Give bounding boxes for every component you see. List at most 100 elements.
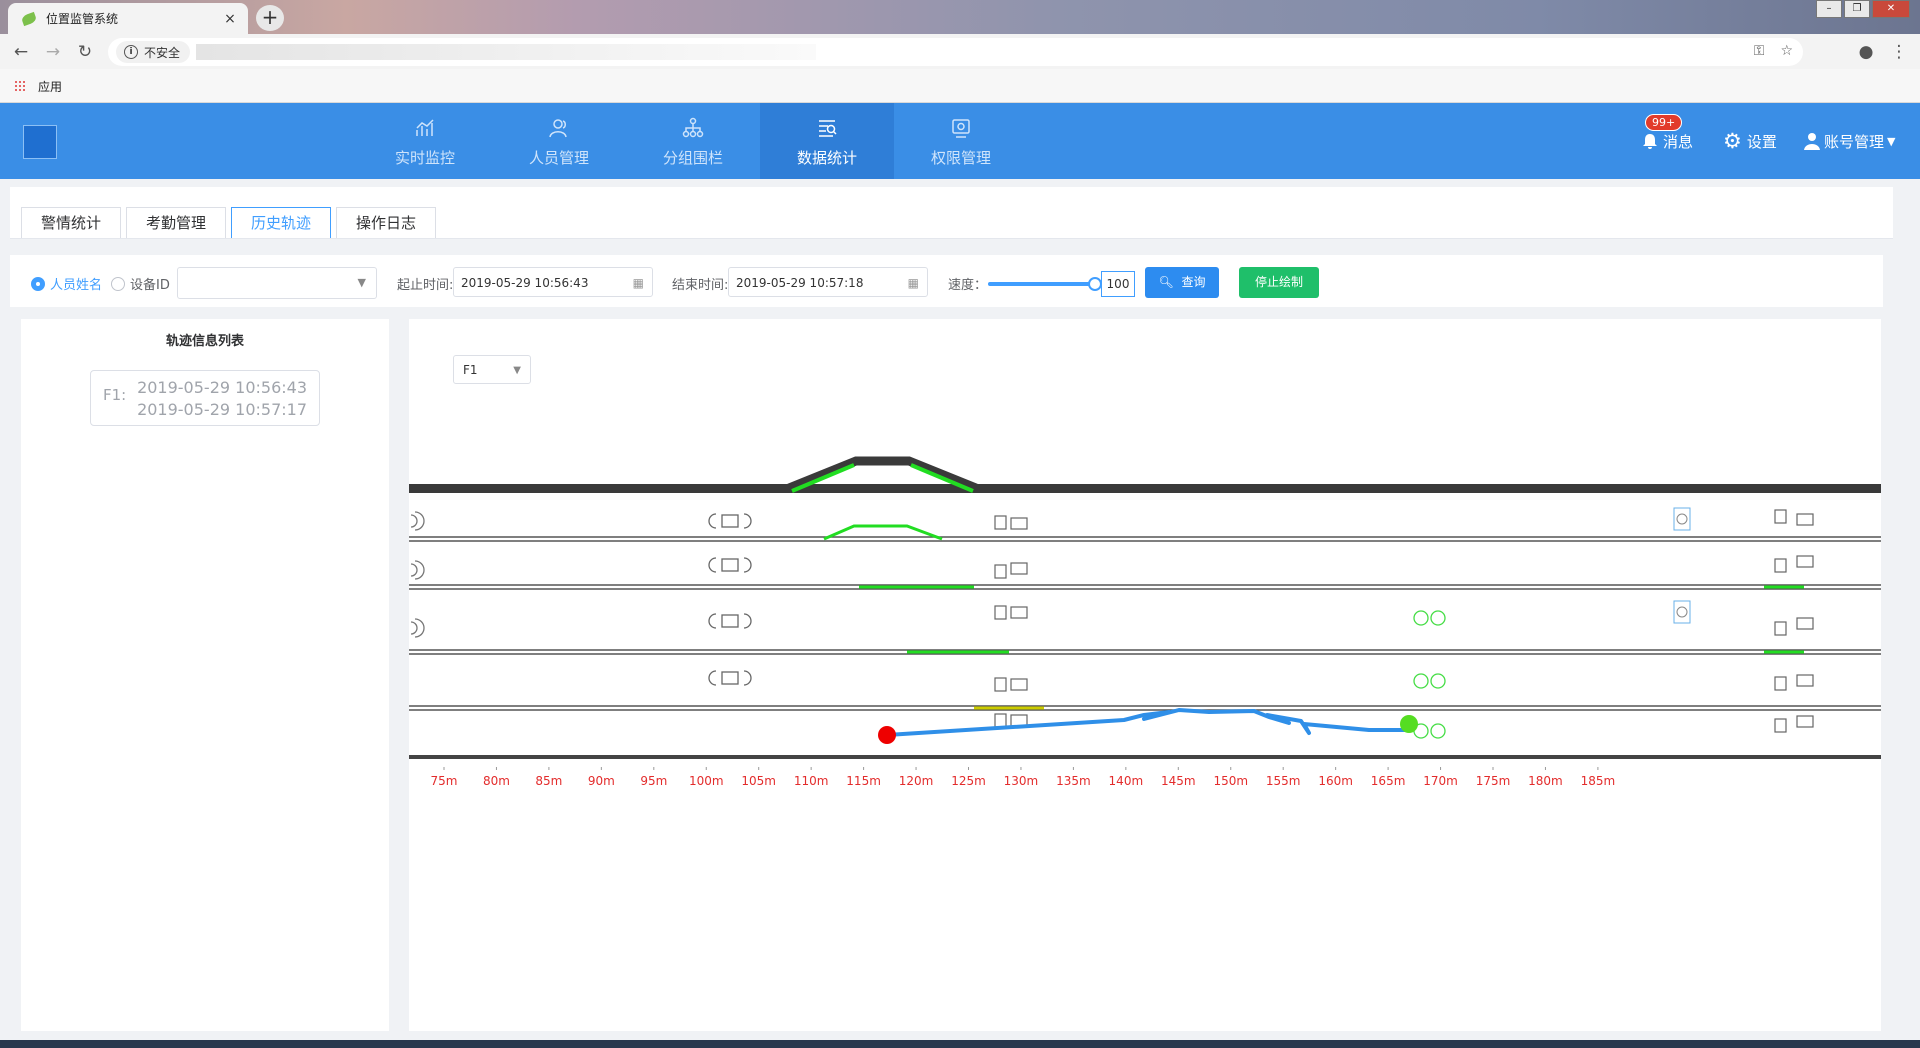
query-button[interactable]: 🔍︎ 查询: [1145, 267, 1219, 298]
minimize-icon[interactable]: –: [1816, 0, 1842, 18]
query-filter-bar: 人员姓名 设备ID ▼ 起止时间: 2019-05-29 10:56:43 ▦ …: [10, 255, 1883, 307]
security-label: 不安全: [144, 45, 181, 60]
distance-tick-label: 80m: [483, 774, 510, 788]
user-avatar-icon: [1804, 133, 1820, 150]
distance-tick-label: 110m: [794, 774, 829, 788]
distance-tick-label: 120m: [899, 774, 934, 788]
distance-tick-label: 115m: [846, 774, 881, 788]
speed-slider[interactable]: [988, 277, 1102, 291]
query-label: 查询: [1181, 275, 1206, 289]
speed-label: 速度：: [948, 278, 988, 293]
messages-label: 消息: [1663, 132, 1694, 151]
profile-icon[interactable]: ●: [1855, 41, 1877, 63]
distance-tick-label: 75m: [431, 774, 458, 788]
apps-grid-icon[interactable]: [14, 80, 26, 92]
radio-person-label: 人员姓名: [50, 278, 103, 293]
org-tree-icon: [682, 117, 704, 138]
distance-tick-label: 90m: [588, 774, 615, 788]
messages-button[interactable]: 消息: [1641, 103, 1693, 179]
settings-button[interactable]: ⚙ 设置: [1723, 103, 1777, 179]
close-tab-icon[interactable]: ×: [220, 11, 240, 27]
security-indicator[interactable]: i 不安全: [116, 41, 191, 63]
stop-drawing-button[interactable]: 停止绘制: [1239, 267, 1319, 298]
nav-label: 分组围栏: [662, 149, 723, 167]
distance-tick-label: 140m: [1109, 774, 1144, 788]
bookmarks-bar: 应用: [0, 69, 1920, 103]
person-select[interactable]: ▼: [177, 267, 377, 299]
tab-history-track[interactable]: 历史轨迹: [231, 207, 331, 238]
app-logo[interactable]: [23, 125, 57, 159]
track-list-title: 轨迹信息列表: [165, 334, 244, 349]
distance-tick-label: 125m: [951, 774, 986, 788]
browser-tabstrip: 位置监管系统 × + – ❐ ✕: [0, 0, 1920, 34]
nav-realtime-monitor[interactable]: 实时监控: [358, 103, 492, 179]
track-end-time: 2019-05-29 10:57:17: [137, 400, 307, 419]
end-time-input[interactable]: 2019-05-29 10:57:18 ▦: [728, 267, 928, 297]
radio-dot: [111, 276, 125, 291]
track-end-point[interactable]: [1400, 715, 1418, 733]
radio-dot: [31, 276, 45, 291]
calendar-icon: ▦: [907, 276, 919, 290]
start-time-value: 2019-05-29 10:56:43: [461, 276, 589, 290]
reload-icon[interactable]: ↻: [74, 41, 96, 63]
tab-alarm-stats[interactable]: 警情统计: [21, 207, 121, 238]
radio-device-id[interactable]: 设备ID: [111, 274, 170, 293]
track-start-time: 2019-05-29 10:56:43: [137, 378, 307, 397]
statistics-icon: [819, 120, 837, 137]
nav-data-statistics[interactable]: 数据统计: [760, 103, 894, 179]
track-floor: F1:: [103, 386, 127, 404]
window-close-icon[interactable]: ✕: [1872, 0, 1910, 18]
apps-bookmark[interactable]: 应用: [38, 78, 62, 95]
distance-tick-label: 150m: [1213, 774, 1248, 788]
forward-icon[interactable]: →: [42, 41, 64, 63]
roof-bump: [787, 456, 978, 493]
distance-tick-label: 105m: [741, 774, 776, 788]
speed-value-input[interactable]: 100: [1101, 271, 1135, 297]
person-select-value: [178, 275, 186, 290]
chevron-down-icon: ▼: [357, 276, 366, 289]
menu-kebab-icon[interactable]: ⋮: [1888, 41, 1910, 63]
key-icon[interactable]: ⚿: [1754, 43, 1765, 59]
start-time-input[interactable]: 2019-05-29 10:56:43 ▦: [453, 267, 653, 297]
tab-attendance[interactable]: 考勤管理: [126, 207, 226, 238]
track-item-card[interactable]: F1: 2019-05-29 10:56:43 2019-05-29 10:57…: [90, 370, 320, 426]
distance-tick-label: 135m: [1056, 774, 1091, 788]
slider-handle[interactable]: [1088, 277, 1102, 291]
tunnel-roof: [409, 484, 1881, 493]
distance-tick-label: 160m: [1318, 774, 1353, 788]
distance-tick-label: 100m: [689, 774, 724, 788]
distance-axis: 75m 80m 85m 90m 95m 100m 105m 110m 115m 120m 125m 1…: [431, 767, 1616, 788]
account-menu[interactable]: 账号管理 ▼: [1804, 103, 1895, 179]
os-taskbar: [0, 1040, 1920, 1048]
track-info-panel: 轨迹信息列表 F1: 2019-05-29 10:56:43 2019-05-2…: [21, 319, 389, 1031]
distance-tick-label: 185m: [1581, 774, 1616, 788]
browser-toolbar: ← → ↻ i 不安全 ⚿ ☆ ● ⋮: [0, 34, 1920, 69]
dial-sensor-icons: [1673, 507, 1691, 624]
radio-person-name[interactable]: 人员姓名: [31, 274, 102, 293]
nav-label: 权限管理: [930, 149, 991, 167]
nav-group-fence[interactable]: 分组围栏: [626, 103, 760, 179]
distance-tick-label: 165m: [1371, 774, 1406, 788]
track-map[interactable]: F1 ▼ 75m 80m 85m 90m 95m 100m 105m 110m …: [409, 319, 1881, 1031]
address-bar[interactable]: i 不安全 ⚿ ☆: [108, 38, 1803, 66]
chevron-down-icon: ▼: [1887, 134, 1896, 148]
back-icon[interactable]: ←: [10, 41, 32, 63]
distance-tick-label: 85m: [535, 774, 562, 788]
url-text: [196, 44, 817, 60]
history-track-path[interactable]: [886, 708, 1409, 737]
bookmark-star-icon[interactable]: ☆: [1780, 43, 1793, 59]
browser-tab[interactable]: 位置监管系统 ×: [8, 3, 248, 34]
distance-tick-label: 145m: [1161, 774, 1196, 788]
track-start-point[interactable]: [878, 726, 896, 744]
distance-tick-label: 95m: [640, 774, 667, 788]
nav-label: 实时监控: [394, 149, 455, 167]
info-icon: i: [124, 45, 138, 59]
tab-operation-log[interactable]: 操作日志: [336, 207, 436, 238]
nav-permission[interactable]: 权限管理: [894, 103, 1028, 179]
new-tab-button[interactable]: +: [256, 5, 284, 31]
bell-icon: [1643, 134, 1657, 149]
access-point-icons: [708, 513, 752, 686]
maximize-icon[interactable]: ❐: [1844, 0, 1870, 18]
nav-personnel[interactable]: 人员管理: [492, 103, 626, 179]
gear-icon: ⚙: [1723, 129, 1742, 153]
